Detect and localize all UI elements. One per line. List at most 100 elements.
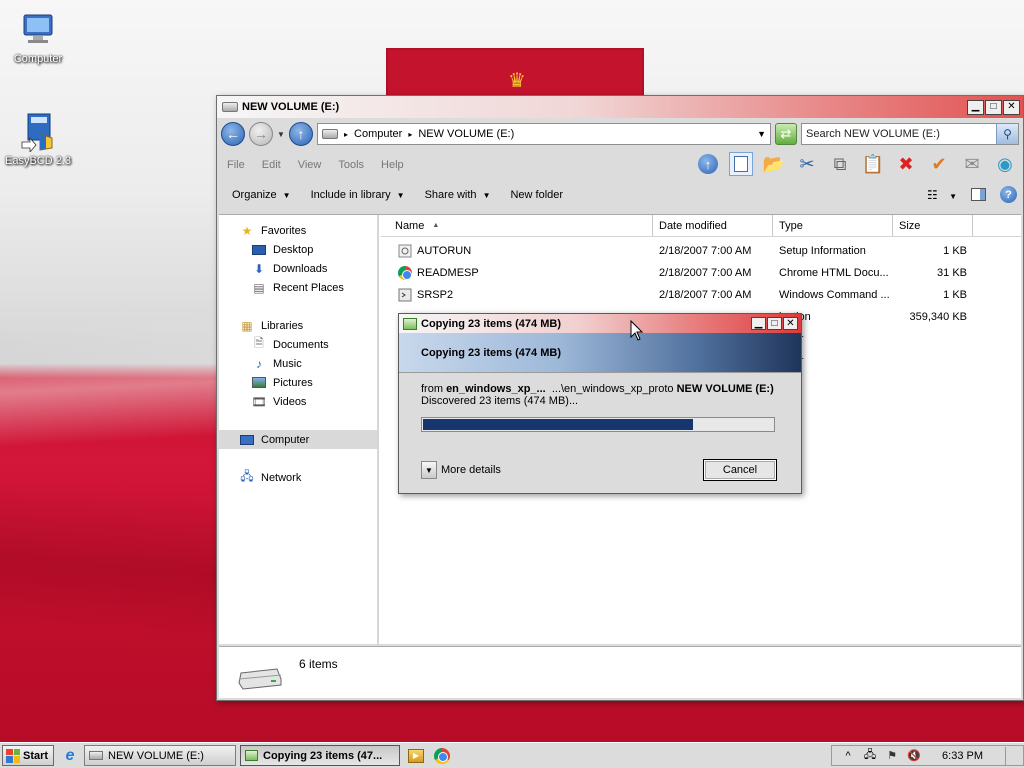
drive-icon xyxy=(222,102,238,112)
media-player-icon[interactable]: ▶ xyxy=(406,746,426,766)
up-button[interactable]: ↑ xyxy=(289,122,313,146)
more-details-label[interactable]: More details xyxy=(441,464,501,476)
cut-icon[interactable]: ✂ xyxy=(795,152,819,176)
search-icon[interactable]: ⚲ xyxy=(996,124,1018,144)
more-details-expander[interactable]: ▼ xyxy=(421,461,437,479)
nav-computer[interactable]: Computer xyxy=(219,430,377,449)
forward-button[interactable]: → xyxy=(249,122,273,146)
file-row[interactable]: SRSP2 2/18/2007 7:00 AM Windows Command … xyxy=(381,284,1021,306)
desktop-icon-computer[interactable]: Computer xyxy=(0,10,76,65)
network-icon: 🖧 xyxy=(240,469,254,483)
nav-videos[interactable]: 🎞 Videos xyxy=(219,392,377,411)
refresh-button[interactable]: ⇄ xyxy=(775,123,797,145)
folder-options-icon[interactable]: 📂 xyxy=(762,152,786,176)
preview-pane-icon[interactable] xyxy=(729,152,753,176)
taskbar-button-explorer[interactable]: NEW VOLUME (E:) xyxy=(84,745,236,766)
dialog-titlebar[interactable]: Copying 23 items (474 MB) ▁ □ ✕ xyxy=(399,314,801,333)
up-arrow-icon[interactable]: ↑ xyxy=(696,152,720,176)
nav-desktop[interactable]: Desktop xyxy=(219,240,377,259)
nav-music[interactable]: ♪ Music xyxy=(219,354,377,373)
address-row: ← → ▼ ↑ ▸ Computer ▸ NEW VOLUME (E:) ▼ ⇄… xyxy=(217,118,1023,150)
paste-icon[interactable]: 📋 xyxy=(861,152,885,176)
item-count: 6 items xyxy=(299,657,338,671)
desktop-icon-easybcd[interactable]: EasyBCD 2.3 xyxy=(0,112,76,167)
menu-help[interactable]: Help xyxy=(381,159,404,171)
taskbar-button-copy[interactable]: Copying 23 items (47... xyxy=(240,745,400,766)
column-header-date[interactable]: Date modified xyxy=(653,215,773,236)
copy-icon[interactable]: ⧉ xyxy=(828,152,852,176)
copy-progress-bar xyxy=(421,417,775,432)
column-header-name[interactable]: Name ▲ xyxy=(381,215,653,236)
copy-destination-link[interactable]: NEW VOLUME (E:) xyxy=(677,383,774,395)
downloads-icon: ⬇ xyxy=(253,261,265,276)
internet-explorer-icon[interactable]: e xyxy=(60,746,80,766)
include-in-library-button[interactable]: Include in library ▼ xyxy=(311,189,405,201)
menu-file[interactable]: File xyxy=(227,159,245,171)
copy-progress-icon xyxy=(245,750,258,761)
column-header-filler xyxy=(973,215,1021,236)
libraries-icon: ▦ xyxy=(241,318,253,333)
address-dropdown-icon[interactable]: ▼ xyxy=(757,129,766,139)
nav-favorites[interactable]: ★ Favorites xyxy=(219,221,377,240)
chrome-icon[interactable] xyxy=(432,746,452,766)
new-folder-button[interactable]: New folder xyxy=(510,189,563,201)
email-icon[interactable]: ✉ xyxy=(960,152,984,176)
copy-source-link[interactable]: en_windows_xp_... xyxy=(446,383,546,395)
organize-button[interactable]: Organize ▼ xyxy=(232,189,291,201)
breadcrumb-arrow-icon[interactable]: ▸ xyxy=(344,130,348,139)
file-row[interactable]: AUTORUN 2/18/2007 7:00 AM Setup Informat… xyxy=(381,240,1021,262)
volume-muted-icon[interactable]: 🔇 xyxy=(906,749,922,763)
column-header-size[interactable]: Size xyxy=(893,215,973,236)
dialog-title: Copying 23 items (474 MB) xyxy=(421,317,561,330)
nav-documents[interactable]: 🗎 Documents xyxy=(219,335,377,354)
close-button[interactable]: ✕ xyxy=(1003,99,1020,115)
delete-icon[interactable]: ✖ xyxy=(894,152,918,176)
breadcrumb-arrow-icon[interactable]: ▸ xyxy=(408,130,412,139)
show-desktop-button[interactable] xyxy=(1005,746,1015,765)
maximize-button[interactable]: □ xyxy=(985,99,1002,115)
window-title: NEW VOLUME (E:) xyxy=(242,101,340,113)
menu-view[interactable]: View xyxy=(298,159,322,171)
search-placeholder: Search NEW VOLUME (E:) xyxy=(806,128,940,140)
action-center-icon[interactable]: ⚑ xyxy=(884,749,900,763)
nav-pictures[interactable]: Pictures xyxy=(219,373,377,392)
command-bar: Organize ▼ Include in library ▼ Share with… xyxy=(217,180,1023,210)
check-icon[interactable]: ✔ xyxy=(927,152,951,176)
videos-icon: 🎞 xyxy=(251,394,267,409)
window-titlebar[interactable]: NEW VOLUME (E:) ▁ □ ✕ xyxy=(217,96,1023,118)
cancel-button[interactable]: Cancel xyxy=(703,459,777,481)
clock[interactable]: 6:33 PM xyxy=(942,750,983,762)
breadcrumb-computer[interactable]: Computer xyxy=(354,128,402,140)
discovered-status: Discovered 23 items (474 MB)... xyxy=(421,395,579,407)
menu-tools[interactable]: Tools xyxy=(338,159,364,171)
preview-pane-toggle-icon[interactable] xyxy=(971,188,986,201)
shell-icon[interactable]: ◉ xyxy=(993,152,1017,176)
nav-network[interactable]: 🖧 Network xyxy=(219,468,377,487)
desktop-icon xyxy=(251,243,267,257)
nav-downloads[interactable]: ⬇ Downloads xyxy=(219,259,377,278)
start-button[interactable]: Start xyxy=(2,745,54,766)
taskbar: Start e NEW VOLUME (E:) Copying 23 items… xyxy=(0,742,1024,768)
menu-edit[interactable]: Edit xyxy=(262,159,281,171)
pictures-icon xyxy=(251,376,267,390)
search-input[interactable]: Search NEW VOLUME (E:) ⚲ xyxy=(801,123,1019,145)
address-bar[interactable]: ▸ Computer ▸ NEW VOLUME (E:) ▼ xyxy=(317,123,771,145)
view-options-icon[interactable]: ☷ ▼ xyxy=(927,188,957,202)
music-icon: ♪ xyxy=(256,356,262,371)
drive-icon xyxy=(322,129,338,139)
dialog-minimize-button[interactable]: ▁ xyxy=(751,317,766,330)
dialog-close-button[interactable]: ✕ xyxy=(783,317,798,330)
breadcrumb-volume[interactable]: NEW VOLUME (E:) xyxy=(418,128,514,140)
recent-pages-dropdown-icon[interactable]: ▼ xyxy=(277,130,285,139)
dialog-maximize-button[interactable]: □ xyxy=(767,317,782,330)
help-icon[interactable]: ? xyxy=(1000,186,1017,203)
minimize-button[interactable]: ▁ xyxy=(967,99,984,115)
show-hidden-icons-button[interactable]: ^ xyxy=(840,749,856,763)
nav-libraries[interactable]: ▦ Libraries xyxy=(219,316,377,335)
back-button[interactable]: ← xyxy=(221,122,245,146)
file-row[interactable]: READMESP 2/18/2007 7:00 AM Chrome HTML D… xyxy=(381,262,1021,284)
network-status-icon[interactable]: 🖧 xyxy=(862,749,878,763)
share-with-button[interactable]: Share with ▼ xyxy=(425,189,491,201)
column-header-type[interactable]: Type xyxy=(773,215,893,236)
nav-recent-places[interactable]: ▤ Recent Places xyxy=(219,278,377,297)
